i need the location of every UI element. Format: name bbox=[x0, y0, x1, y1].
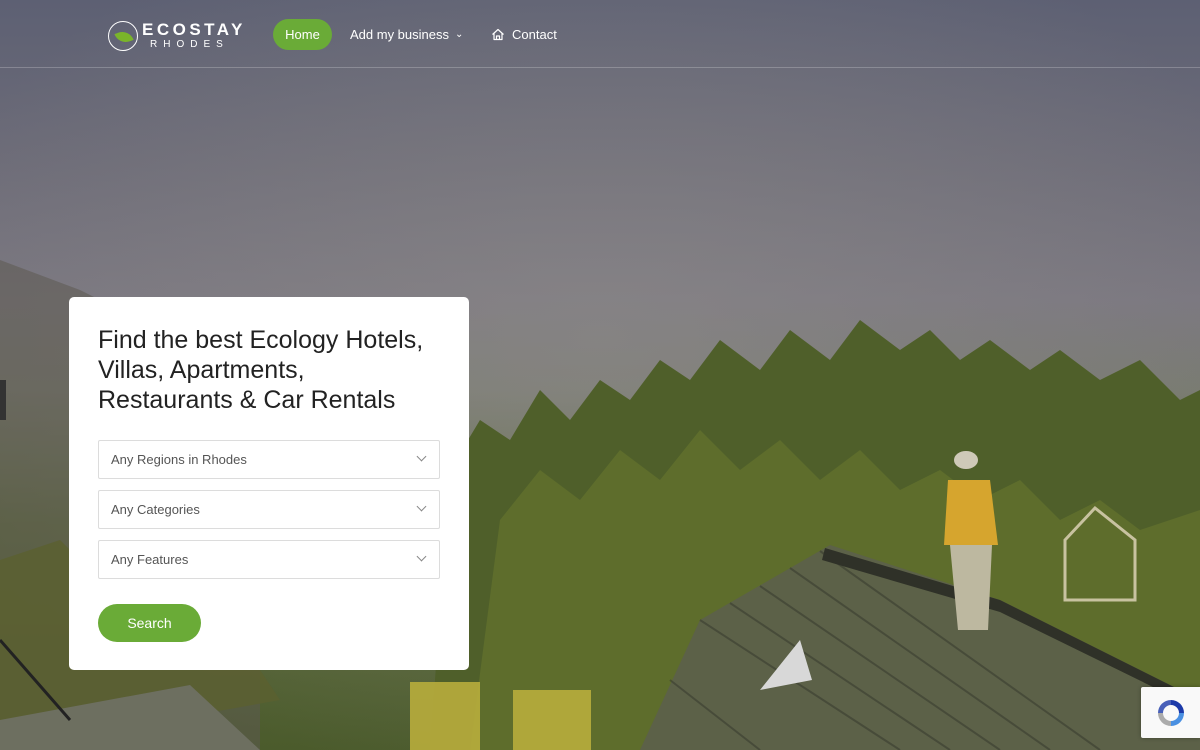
brand-name: ECOSTAY bbox=[142, 20, 246, 39]
nav-contact-link[interactable]: Contact bbox=[491, 19, 557, 50]
home-outline-icon bbox=[492, 28, 504, 41]
brand-logo[interactable]: ECOSTAY RHODES bbox=[108, 19, 248, 53]
site-header: ECOSTAY RHODES Home Add my business ⌄ Co… bbox=[0, 0, 1200, 68]
category-select-value: Any Categories bbox=[111, 502, 200, 517]
category-select[interactable]: Any Categories bbox=[98, 490, 440, 529]
search-card: Find the best Ecology Hotels, Villas, Ap… bbox=[69, 297, 469, 670]
region-select[interactable]: Any Regions in Rhodes bbox=[98, 440, 440, 479]
nav-add-business-label: Add my business bbox=[350, 27, 449, 42]
nav-add-business-link[interactable]: Add my business ⌄ bbox=[350, 19, 463, 50]
leaf-icon bbox=[114, 28, 134, 46]
recaptcha-icon bbox=[1158, 700, 1184, 726]
brand-subtitle: RHODES bbox=[150, 39, 229, 50]
logo-circle-icon bbox=[108, 21, 138, 51]
chevron-down-icon bbox=[416, 501, 427, 512]
nav-contact-label: Contact bbox=[512, 27, 557, 42]
features-select-value: Any Features bbox=[111, 552, 189, 567]
nav-home-link[interactable]: Home bbox=[273, 19, 332, 50]
search-heading: Find the best Ecology Hotels, Villas, Ap… bbox=[98, 326, 424, 414]
nav-home-label: Home bbox=[285, 27, 320, 42]
chevron-down-icon bbox=[416, 451, 427, 462]
recaptcha-badge[interactable] bbox=[1141, 687, 1200, 738]
region-select-value: Any Regions in Rhodes bbox=[111, 452, 247, 467]
chevron-down-icon bbox=[416, 551, 427, 562]
chevron-down-icon: ⌄ bbox=[455, 29, 464, 40]
features-select[interactable]: Any Features bbox=[98, 540, 440, 579]
search-button[interactable]: Search bbox=[98, 604, 201, 642]
